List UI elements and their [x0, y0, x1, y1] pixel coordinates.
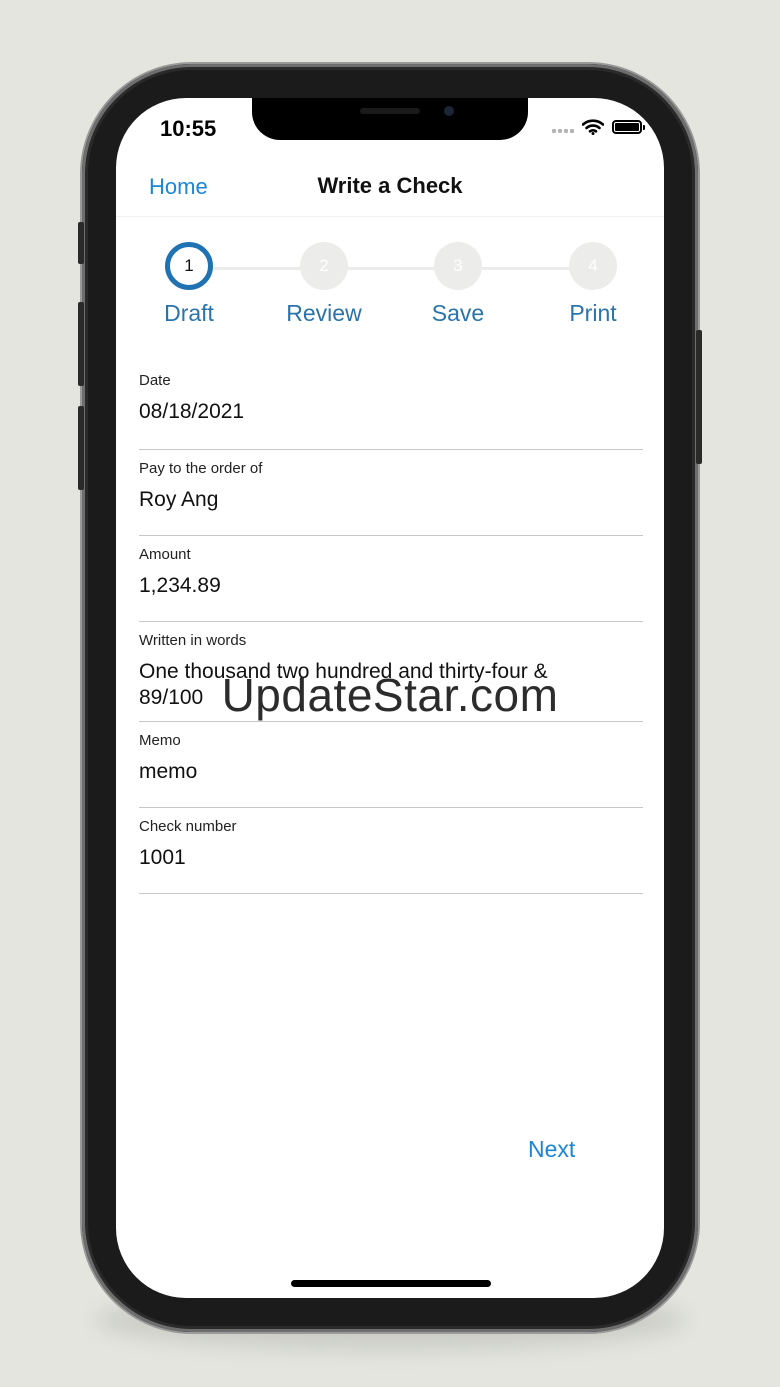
- date-input[interactable]: 08/18/2021: [139, 399, 643, 425]
- next-button[interactable]: Next: [528, 1136, 575, 1163]
- notch: [252, 98, 528, 140]
- navigation-bar: Home Write a Check: [116, 158, 664, 217]
- date-label: Date: [139, 372, 171, 389]
- check-number-field[interactable]: Check number 1001: [139, 808, 643, 894]
- written-words-label: Written in words: [139, 632, 247, 649]
- step-label: Print: [569, 300, 617, 326]
- memo-input[interactable]: memo: [139, 759, 643, 785]
- memo-label: Memo: [139, 732, 181, 749]
- step-number-circle: 1: [165, 242, 213, 290]
- front-camera: [444, 106, 454, 116]
- step-draft[interactable]: 1 Draft: [119, 242, 259, 327]
- speaker: [360, 108, 420, 114]
- progress-stepper: 1 Draft 2 Review 3 Save 4 Print: [116, 238, 664, 338]
- volume-down-button: [78, 406, 84, 490]
- payee-field[interactable]: Pay to the order of Roy Ang: [139, 450, 643, 536]
- signal-icon: [552, 121, 574, 133]
- status-icons: [552, 118, 645, 136]
- volume-up-button: [78, 302, 84, 386]
- step-label: Draft: [164, 300, 214, 326]
- amount-label: Amount: [139, 546, 191, 563]
- check-form: Date 08/18/2021 Pay to the order of Roy …: [139, 362, 643, 894]
- step-save[interactable]: 3 Save: [388, 242, 528, 327]
- home-indicator[interactable]: [291, 1280, 491, 1287]
- step-print[interactable]: 4 Print: [523, 242, 663, 327]
- date-field[interactable]: Date 08/18/2021: [139, 362, 643, 450]
- memo-field[interactable]: Memo memo: [139, 722, 643, 808]
- step-review[interactable]: 2 Review: [254, 242, 394, 327]
- battery-icon: [612, 120, 645, 134]
- payee-label: Pay to the order of: [139, 460, 263, 477]
- step-number-circle: 4: [569, 242, 617, 290]
- page-title: Write a Check: [317, 173, 463, 198]
- mute-switch: [78, 222, 84, 264]
- check-number-input[interactable]: 1001: [139, 845, 643, 871]
- amount-field[interactable]: Amount 1,234.89: [139, 536, 643, 622]
- payee-input[interactable]: Roy Ang: [139, 487, 643, 513]
- step-label: Review: [286, 300, 362, 326]
- wifi-icon: [582, 119, 604, 135]
- check-number-label: Check number: [139, 818, 237, 835]
- step-number-circle: 3: [434, 242, 482, 290]
- status-time: 10:55: [160, 116, 217, 141]
- watermark-text: UpdateStar.com: [221, 669, 559, 721]
- step-number-circle: 2: [300, 242, 348, 290]
- power-button: [696, 330, 702, 464]
- step-label: Save: [431, 300, 485, 326]
- amount-input[interactable]: 1,234.89: [139, 573, 643, 599]
